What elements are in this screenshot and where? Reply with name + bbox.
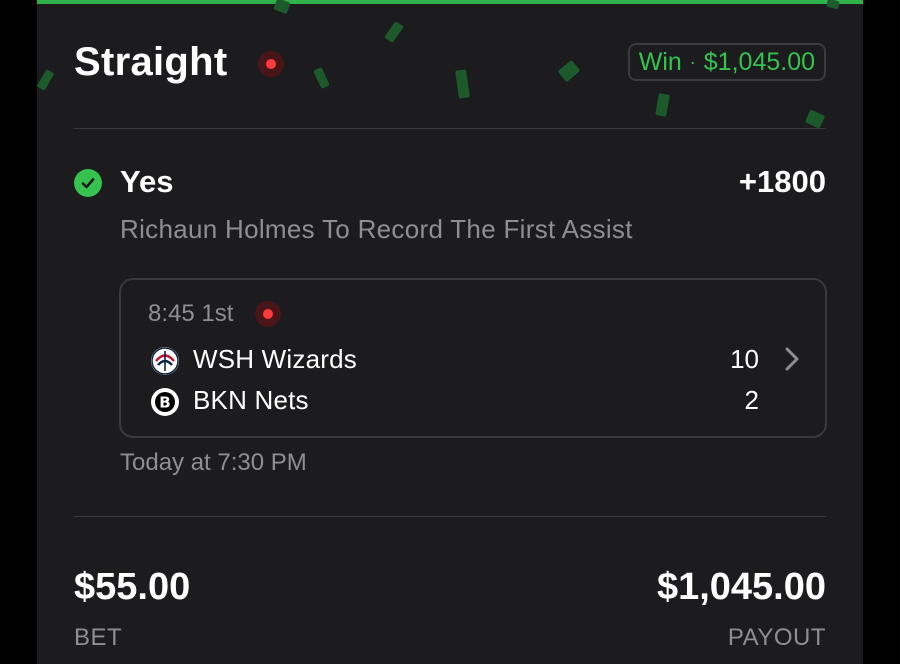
confetti-piece [455,69,470,99]
team-name: WSH Wizards [193,344,357,374]
bet-status-badge: Win · $1,045.00 [627,43,826,81]
bet-amount: $55.00 [74,566,191,608]
team-score: 10 [730,344,759,374]
status-separator: · [689,51,696,72]
confetti-piece [37,69,55,91]
confetti-piece [804,109,826,129]
bet-type-title: Straight [74,40,228,84]
team-score: 2 [744,385,759,415]
live-indicator-icon [258,51,284,77]
divider [74,516,826,517]
confetti-piece [655,93,670,117]
chevron-right-icon[interactable] [779,344,805,374]
team-name: BKN Nets [193,385,309,415]
confetti-piece [557,59,581,83]
confetti-piece [273,0,291,15]
selection-name: Yes [120,164,174,199]
check-circle-icon [74,169,102,197]
divider [74,128,826,129]
svg-text:B: B [159,394,170,412]
status-amount: $1,045.00 [703,47,815,76]
confetti-piece [826,0,840,10]
payout-label: PAYOUT [727,624,826,651]
payout-amount: $1,045.00 [656,566,826,608]
bet-label: BET [74,624,123,651]
team-row-away: B BKN Nets 2 [151,385,771,417]
selection-odds: +1800 [738,164,826,199]
win-accent-bar [37,0,863,4]
status-result: Win [638,47,682,76]
game-card[interactable]: 8:45 1st WSH Wizards 10 B BKN Nets 2 [119,278,827,438]
confetti-piece [384,20,404,44]
team-row-home: WSH Wizards 10 [151,344,771,376]
bet-card: Straight Win · $1,045.00 Yes +1800 Richa… [37,0,863,664]
nets-logo-icon: B [151,388,179,416]
market-description: Richaun Holmes To Record The First Assis… [120,214,633,244]
wizards-logo-icon [151,347,179,375]
confetti-piece [313,67,330,89]
live-indicator-icon [255,301,281,327]
game-start-time: Today at 7:30 PM [120,449,307,476]
game-clock: 8:45 1st [148,300,234,327]
